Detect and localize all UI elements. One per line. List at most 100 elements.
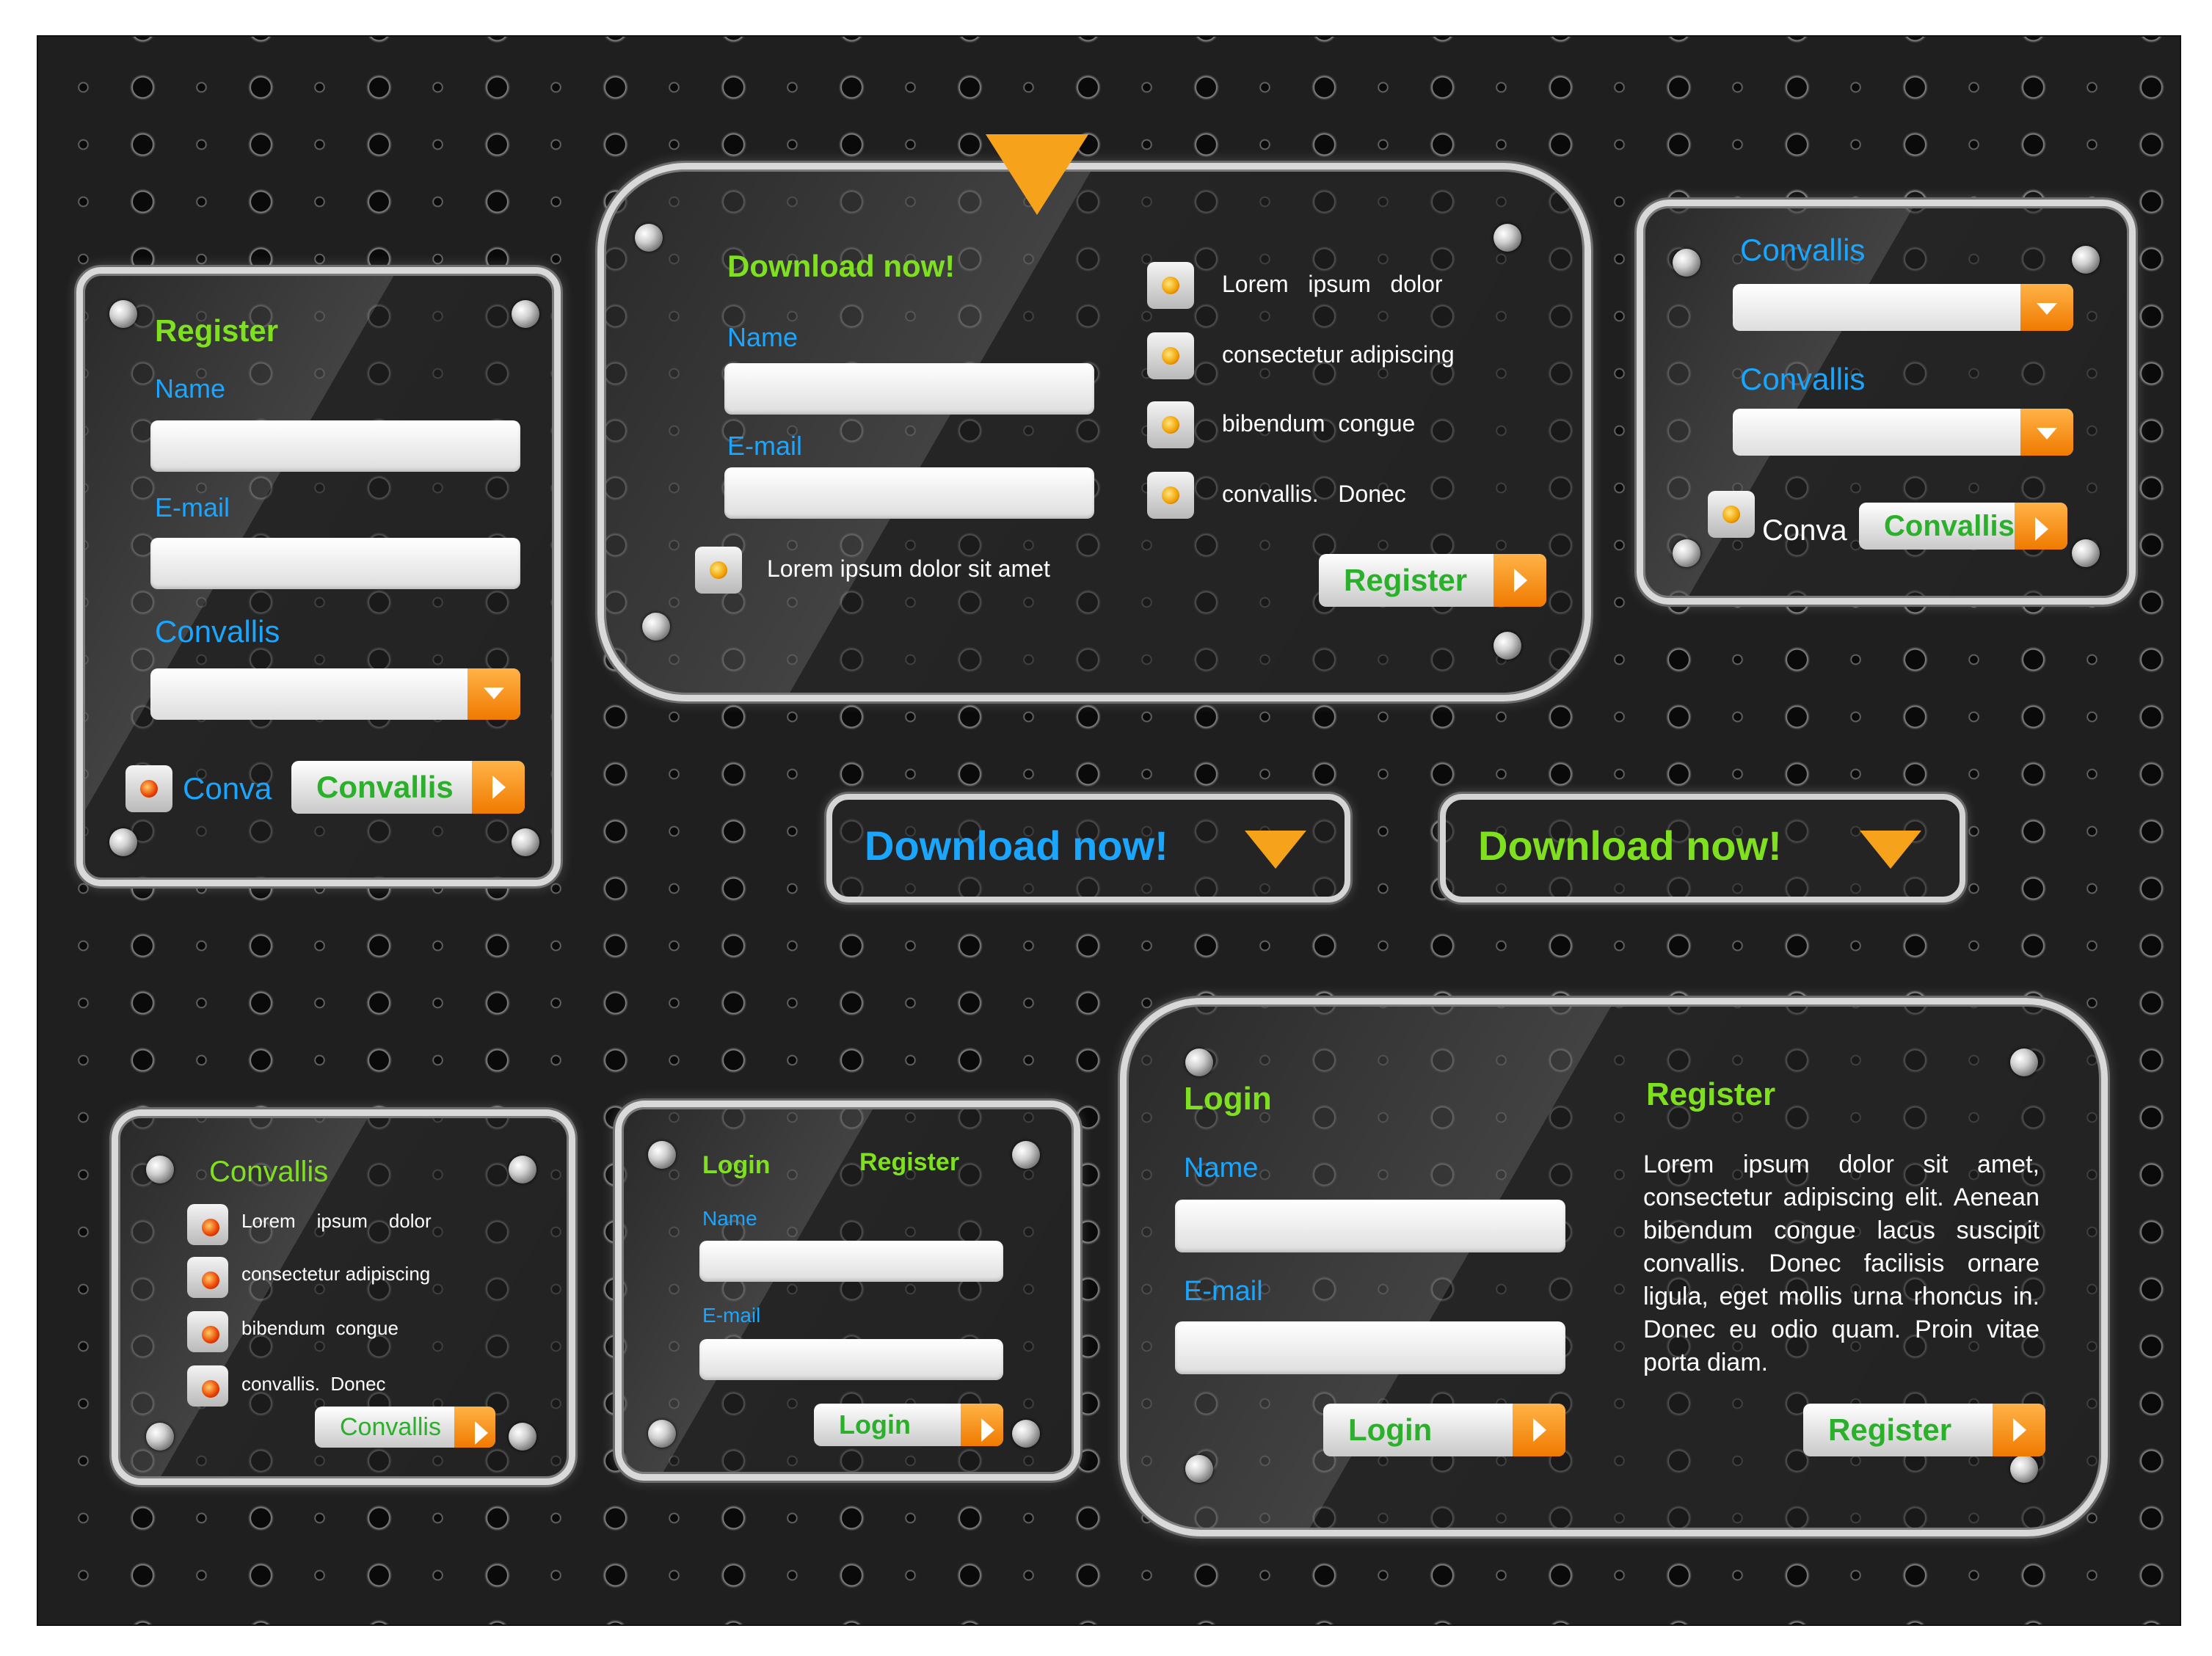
list-item-4: convallis. Donec: [241, 1373, 386, 1395]
screw-icon: [2010, 1048, 2038, 1076]
list-radio-3[interactable]: [187, 1311, 228, 1352]
email-label: E-mail: [727, 431, 803, 461]
email-input[interactable]: [150, 538, 520, 589]
select-panel: Convallis Convallis Conva Convallis: [1637, 200, 2136, 605]
email-label: E-mail: [702, 1304, 761, 1327]
name-label: Name: [727, 322, 798, 352]
button-label: Login: [839, 1409, 911, 1440]
download-badge-icon: [986, 134, 1088, 215]
panel-title: Register: [155, 313, 279, 348]
name-label: Name: [1184, 1153, 1259, 1183]
list-item-4: convallis. Donec: [1222, 481, 1406, 507]
list-radio-1[interactable]: [187, 1204, 228, 1245]
name-label: Name: [702, 1207, 757, 1230]
list-radio-2[interactable]: [187, 1257, 228, 1298]
download-panel: Download now! Name E-mail Lorem ipsum do…: [597, 134, 1591, 701]
screw-icon: [635, 224, 663, 252]
radio-label: Conva: [183, 771, 272, 806]
select-label: Convallis: [155, 614, 280, 649]
convallis-button[interactable]: Convallis: [291, 761, 525, 814]
convallis-select[interactable]: [150, 668, 520, 720]
screw-icon: [1185, 1048, 1213, 1076]
list-item-3: bibendum congue: [1222, 410, 1416, 437]
register-title: Register: [1646, 1076, 1776, 1112]
list-radio-2[interactable]: [1147, 332, 1194, 379]
name-label: Name: [155, 373, 226, 404]
radio-button[interactable]: [695, 547, 742, 594]
button-label: Convallis: [316, 770, 454, 804]
email-input[interactable]: [724, 467, 1094, 519]
select-dropdown-1[interactable]: [1733, 284, 2073, 331]
arrow-right-icon: [2015, 503, 2067, 550]
list-radio-4[interactable]: [1147, 472, 1194, 519]
screw-icon: [642, 613, 670, 641]
screw-icon: [2072, 539, 2100, 567]
name-input[interactable]: [724, 363, 1094, 415]
convallis-button[interactable]: Convallis: [1859, 503, 2067, 550]
list-panel: Convallis Lorem ipsum dolor consectetur …: [112, 1109, 575, 1485]
login-small-panel: Login Register Name E-mail Login: [615, 1101, 1080, 1481]
download-label: Download now!: [1478, 822, 1782, 869]
email-input[interactable]: [1175, 1321, 1565, 1374]
name-input[interactable]: [699, 1241, 1003, 1282]
screw-icon: [146, 1423, 174, 1451]
register-description: Lorem ipsum dolor sit amet, consectetur …: [1643, 1150, 2040, 1376]
screw-icon: [2072, 246, 2100, 274]
radio-button[interactable]: [1708, 491, 1755, 538]
screw-icon: [2010, 1455, 2038, 1483]
screw-icon: [509, 1423, 536, 1451]
screw-icon: [648, 1420, 676, 1448]
radio-button[interactable]: [125, 765, 172, 812]
download-now-button-green[interactable]: Download now!: [1440, 794, 1965, 902]
name-input[interactable]: [150, 420, 520, 472]
register-title: Register: [859, 1148, 960, 1176]
chevron-down-icon: [2020, 284, 2073, 331]
list-item-1: Lorem ipsum dolor: [1222, 271, 1443, 297]
list-radio-3[interactable]: [1147, 401, 1194, 448]
select-dropdown-2[interactable]: [1733, 409, 2073, 456]
panel-title: Convallis: [209, 1156, 329, 1188]
arrow-right-icon: [472, 761, 525, 814]
panel-title: Download now!: [727, 249, 956, 283]
arrow-down-icon: [1245, 831, 1306, 869]
register-button[interactable]: Register: [1803, 1404, 2045, 1456]
screw-icon: [512, 300, 539, 328]
screw-icon: [1673, 249, 1700, 277]
download-now-button-blue[interactable]: Download now!: [826, 794, 1350, 902]
button-label: Convallis: [1884, 510, 2015, 542]
name-input[interactable]: [1175, 1200, 1565, 1252]
button-label: Register: [1344, 563, 1468, 597]
radio-label: Conva: [1762, 514, 1847, 547]
arrow-down-icon: [1860, 831, 1921, 869]
list-radio-4[interactable]: [187, 1365, 228, 1407]
screw-icon: [1494, 632, 1521, 660]
button-label: Convallis: [340, 1413, 441, 1441]
login-button[interactable]: Login: [1323, 1404, 1565, 1456]
list-item-2: consectetur adipiscing: [241, 1263, 431, 1285]
login-large-panel: Login Register Name E-mail Lorem ipsum d…: [1120, 998, 2108, 1536]
chevron-down-icon: [467, 668, 520, 720]
list-item-1: Lorem ipsum dolor: [241, 1210, 432, 1232]
button-label: Login: [1348, 1412, 1433, 1447]
arrow-right-icon: [1993, 1404, 2045, 1456]
list-item-3: bibendum congue: [241, 1317, 399, 1339]
list-item-2: consectetur adipiscing: [1222, 341, 1455, 368]
arrow-right-icon: [961, 1404, 1003, 1446]
button-label: Register: [1828, 1412, 1952, 1447]
chevron-down-icon: [2020, 409, 2073, 456]
screw-icon: [1494, 224, 1521, 252]
screw-icon: [509, 1156, 536, 1183]
email-label: E-mail: [155, 492, 230, 522]
login-button[interactable]: Login: [814, 1404, 1003, 1446]
screw-icon: [1012, 1420, 1040, 1448]
register-panel: Register Name E-mail Convallis Conva Con…: [76, 267, 561, 886]
select2-label: Convallis: [1740, 362, 1866, 396]
convallis-button[interactable]: Convallis: [315, 1407, 495, 1448]
arrow-right-icon: [1494, 554, 1546, 607]
register-button[interactable]: Register: [1319, 554, 1546, 607]
select1-label: Convallis: [1740, 233, 1866, 267]
email-input[interactable]: [699, 1339, 1003, 1380]
screw-icon: [146, 1156, 174, 1183]
screw-icon: [1185, 1455, 1213, 1483]
list-radio-1[interactable]: [1147, 262, 1194, 309]
